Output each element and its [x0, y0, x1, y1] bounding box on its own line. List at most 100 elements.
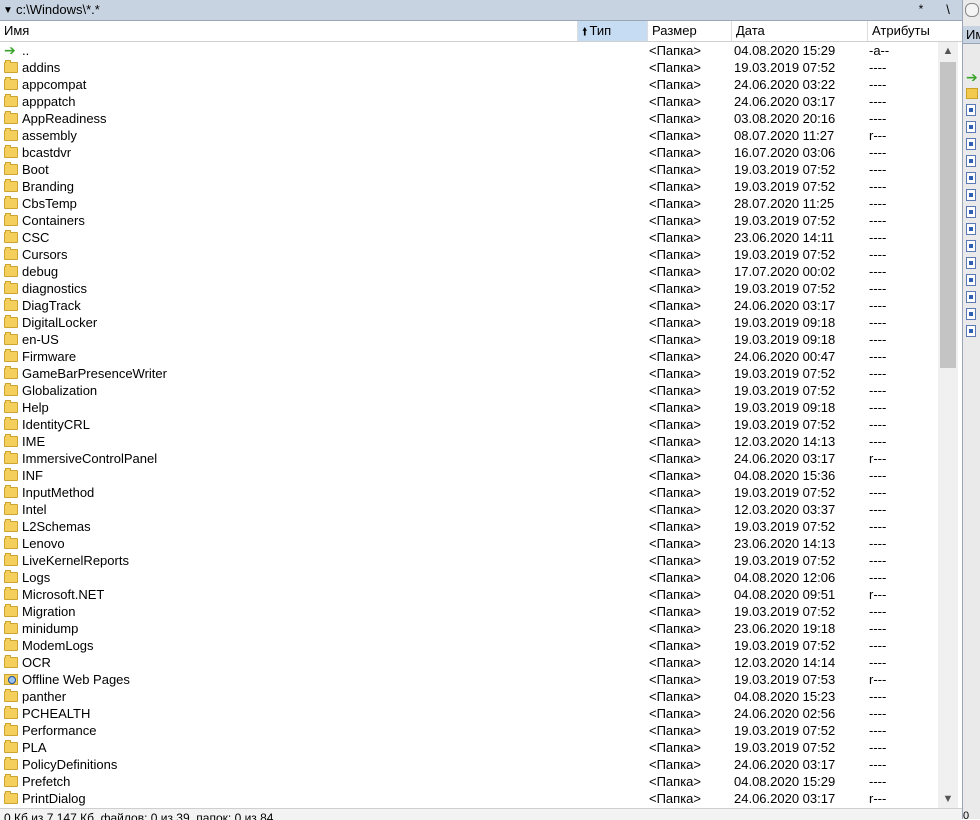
file-list[interactable]: ➔.. <Папка> 04.08.2020 15:29 -a-- addins <Пап… [0, 42, 938, 808]
scroll-up-arrow[interactable]: ▲ [938, 42, 958, 60]
file-row[interactable]: minidump <Папка> 23.06.2020 19:18 ---- [0, 620, 938, 637]
status-bar: 0 Кб из 7 147 Кб, файлов: 0 из 39, папок… [0, 808, 962, 820]
folder-icon [4, 502, 18, 515]
file-row[interactable]: Cursors <Папка> 19.03.2019 07:52 ---- [0, 246, 938, 263]
file-row[interactable]: Logs <Папка> 04.08.2020 12:06 ---- [0, 569, 938, 586]
column-type-header[interactable]: 🠙 Тип [578, 21, 648, 41]
document-icon [966, 257, 976, 269]
file-row[interactable]: Offline Web Pages <Папка> 19.03.2019 07:53… [0, 671, 938, 688]
folder-icon [4, 621, 18, 634]
file-name: appcompat [22, 77, 87, 92]
file-row[interactable]: apppatch <Папка> 24.06.2020 03:17 ---- [0, 93, 938, 110]
file-row[interactable]: GameBarPresenceWriter <Папка> 19.03.2019 0… [0, 365, 938, 382]
file-row[interactable]: OCR <Папка> 12.03.2020 14:14 ---- [0, 654, 938, 671]
file-name: DiagTrack [22, 298, 81, 313]
file-row[interactable]: Boot <Папка> 19.03.2019 07:52 ---- [0, 161, 938, 178]
column-type-label: Тип [589, 23, 612, 38]
file-row[interactable]: PCHEALTH <Папка> 24.06.2020 02:56 ---- [0, 705, 938, 722]
file-name: minidump [22, 621, 79, 636]
file-row[interactable]: L2Schemas <Папка> 19.03.2019 07:52 ---- [0, 518, 938, 535]
file-row[interactable]: ImmersiveControlPanel <Папка> 24.06.2020 0… [0, 450, 938, 467]
file-row[interactable]: Branding <Папка> 19.03.2019 07:52 ---- [0, 178, 938, 195]
file-date: 04.08.2020 15:29 [734, 774, 836, 789]
vertical-scrollbar[interactable]: ▲ ▼ [938, 42, 958, 808]
file-row[interactable]: debug <Папка> 17.07.2020 00:02 ---- [0, 263, 938, 280]
file-row[interactable]: diagnostics <Папка> 19.03.2019 07:52 ---- [0, 280, 938, 297]
folder-icon [4, 60, 18, 73]
folder-icon [4, 332, 18, 345]
file-attributes: ---- [869, 230, 887, 245]
file-name: Offline Web Pages [22, 672, 130, 687]
column-size-header[interactable]: Размер [648, 21, 732, 41]
file-name: addins [22, 60, 61, 75]
current-path[interactable]: c:\Windows\*.* [16, 2, 100, 17]
document-icon [966, 155, 976, 167]
file-row[interactable]: bcastdvr <Папка> 16.07.2020 03:06 ---- [0, 144, 938, 161]
file-row[interactable]: Intel <Папка> 12.03.2020 03:37 ---- [0, 501, 938, 518]
right-panel[interactable]: Им ➔ 0 [962, 0, 980, 819]
file-row[interactable]: CSC <Папка> 23.06.2020 14:11 ---- [0, 229, 938, 246]
column-attributes-header[interactable]: Атрибуты [868, 21, 946, 41]
column-name-header[interactable]: Имя [0, 21, 578, 41]
file-date: 04.08.2020 15:29 [734, 43, 836, 58]
file-name: Microsoft.NET [22, 587, 105, 602]
folder-icon [4, 723, 18, 736]
folder-icon [4, 298, 18, 311]
file-row[interactable]: Prefetch <Папка> 04.08.2020 15:29 ---- [0, 773, 938, 790]
file-row[interactable]: CbsTemp <Папка> 28.07.2020 11:25 ---- [0, 195, 938, 212]
file-row[interactable]: Containers <Папка> 19.03.2019 07:52 ---- [0, 212, 938, 229]
file-size: <Папка> [649, 468, 701, 483]
file-attributes: ---- [869, 621, 887, 636]
file-row[interactable]: Lenovo <Папка> 23.06.2020 14:13 ---- [0, 535, 938, 552]
file-date: 24.06.2020 03:17 [734, 94, 836, 109]
file-name: CSC [22, 230, 50, 245]
file-row[interactable]: en-US <Папка> 19.03.2019 09:18 ---- [0, 331, 938, 348]
right-panel-header[interactable]: Им [963, 26, 980, 44]
file-row[interactable]: Firmware <Папка> 24.06.2020 00:47 ---- [0, 348, 938, 365]
file-date: 19.03.2019 07:52 [734, 604, 836, 619]
folder-icon [4, 587, 18, 600]
file-size: <Папка> [649, 553, 701, 568]
file-date: 04.08.2020 09:51 [734, 587, 836, 602]
file-row[interactable]: IdentityCRL <Папка> 19.03.2019 07:52 ---- [0, 416, 938, 433]
file-row[interactable]: LiveKernelReports <Папка> 19.03.2019 07:52… [0, 552, 938, 569]
drive-dropdown-icon[interactable]: ▼ [3, 5, 13, 16]
path-bar[interactable]: ▼ c:\Windows\*.* * \ [0, 0, 962, 21]
favorites-star-button[interactable]: * [914, 2, 928, 18]
file-date: 19.03.2019 07:52 [734, 417, 836, 432]
file-size: <Папка> [649, 315, 701, 330]
file-size: <Папка> [649, 247, 701, 262]
file-row[interactable]: DigitalLocker <Папка> 19.03.2019 09:18 ---- [0, 314, 938, 331]
file-date: 19.03.2019 07:52 [734, 740, 836, 755]
file-row[interactable]: Globalization <Папка> 19.03.2019 07:52 ---- [0, 382, 938, 399]
file-row[interactable]: panther <Папка> 04.08.2020 15:23 ---- [0, 688, 938, 705]
file-row[interactable]: PolicyDefinitions <Папка> 24.06.2020 03:17… [0, 756, 938, 773]
file-attributes: ---- [869, 434, 887, 449]
file-row[interactable]: Migration <Папка> 19.03.2019 07:52 ---- [0, 603, 938, 620]
file-row[interactable]: ➔.. <Папка> 04.08.2020 15:29 -a-- [0, 42, 938, 59]
file-row[interactable]: ModemLogs <Папка> 19.03.2019 07:52 ---- [0, 637, 938, 654]
file-size: <Папка> [649, 723, 701, 738]
file-row[interactable]: IME <Папка> 12.03.2020 14:13 ---- [0, 433, 938, 450]
file-row[interactable]: InputMethod <Папка> 19.03.2019 07:52 ---- [0, 484, 938, 501]
file-row[interactable]: AppReadiness <Папка> 03.08.2020 20:16 ---- [0, 110, 938, 127]
column-date-header[interactable]: Дата [732, 21, 868, 41]
file-row[interactable]: assembly <Папка> 08.07.2020 11:27 r--- [0, 127, 938, 144]
scroll-down-arrow[interactable]: ▼ [938, 790, 958, 808]
folder-icon [4, 366, 18, 379]
file-row[interactable]: PrintDialog <Папка> 24.06.2020 03:17 r--- [0, 790, 938, 807]
file-row[interactable]: PLA <Папка> 19.03.2019 07:52 ---- [0, 739, 938, 756]
file-row[interactable]: INF <Папка> 04.08.2020 15:36 ---- [0, 467, 938, 484]
scroll-thumb[interactable] [940, 62, 956, 368]
file-row[interactable]: DiagTrack <Папка> 24.06.2020 03:17 ---- [0, 297, 938, 314]
file-row[interactable]: Help <Папка> 19.03.2019 09:18 ---- [0, 399, 938, 416]
root-dir-button[interactable]: \ [940, 2, 956, 18]
file-attributes: r--- [869, 451, 887, 466]
file-row[interactable]: addins <Папка> 19.03.2019 07:52 ---- [0, 59, 938, 76]
file-name: GameBarPresenceWriter [22, 366, 167, 381]
file-row[interactable]: appcompat <Папка> 24.06.2020 03:22 ---- [0, 76, 938, 93]
right-panel-drive-button[interactable] [965, 3, 979, 17]
file-row[interactable]: Performance <Папка> 19.03.2019 07:52 ---- [0, 722, 938, 739]
file-row[interactable]: Microsoft.NET <Папка> 04.08.2020 09:51 r--- [0, 586, 938, 603]
file-name: panther [22, 689, 67, 704]
